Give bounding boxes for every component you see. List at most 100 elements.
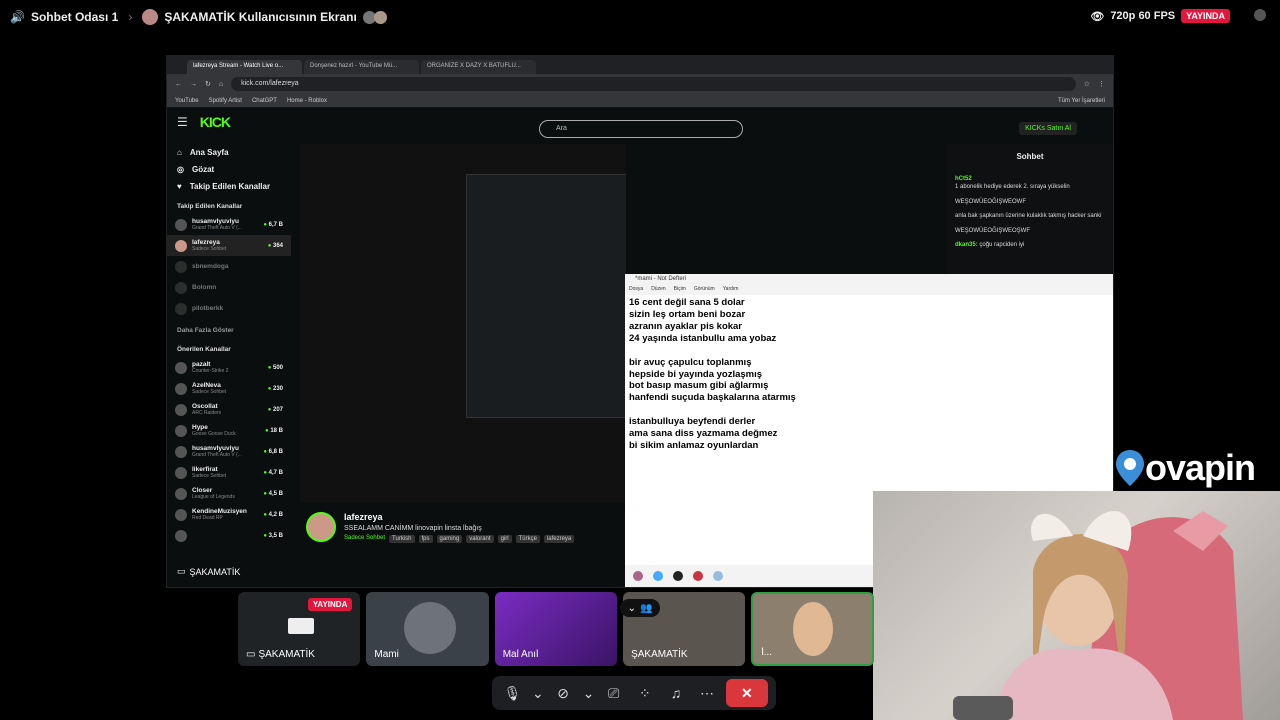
- tag[interactable]: lafezreya: [543, 535, 575, 543]
- tag[interactable]: Türkçe: [515, 535, 540, 543]
- channel-item[interactable]: pazalt Counter-Strike 2 ● 500: [167, 357, 291, 378]
- tag[interactable]: fps: [418, 535, 433, 543]
- call-controls: 🎙 ⌄ ⊘ ⌄ ⎚ ⁘ ♫ ⋯ ✕: [492, 676, 776, 710]
- webcam-scene: [953, 510, 1243, 720]
- channel-item[interactable]: Hype Goose Goose Duck ● 18 B: [167, 420, 291, 441]
- avatar: [175, 445, 187, 458]
- stream-video[interactable]: [300, 144, 626, 502]
- activities-button[interactable]: ⁘: [632, 680, 657, 706]
- more-options-button[interactable]: ⋯: [695, 680, 720, 706]
- show-more-link[interactable]: Daha Fazla Göster: [167, 319, 291, 338]
- hamburger-icon[interactable]: ☰: [177, 115, 188, 129]
- viewer-count: ● 500: [267, 364, 283, 371]
- nav-browse[interactable]: ◎ Gözat: [167, 161, 291, 178]
- participant-tile[interactable]: Mami: [366, 592, 489, 666]
- url-field[interactable]: kick.com/lafezreya: [231, 77, 1076, 91]
- avatar: [175, 529, 187, 542]
- search-input[interactable]: Ara: [539, 120, 743, 138]
- leave-call-button[interactable]: ✕: [725, 679, 769, 707]
- screen-title-text: ŞAKAMATİK Kullanıcısının Ekranı: [164, 10, 357, 24]
- nav-following[interactable]: ♥ Takip Edilen Kanallar: [167, 178, 291, 195]
- bookmark-spotify[interactable]: Spotify Artist: [209, 98, 242, 104]
- menu-file[interactable]: Dosya: [629, 286, 643, 295]
- app-icon[interactable]: [633, 571, 643, 581]
- tag[interactable]: valorant: [466, 535, 494, 543]
- microphone-button[interactable]: 🎙: [500, 680, 525, 706]
- star-icon[interactable]: ☆: [1084, 80, 1090, 88]
- tag[interactable]: girl: [497, 535, 512, 543]
- brand-text: ovapin: [1145, 447, 1256, 488]
- mic-options-button[interactable]: ⌄: [531, 680, 545, 706]
- stream-quality: 👁 720p 60 FPS YAYINDA: [1090, 9, 1230, 23]
- channel-item[interactable]: Oscollat ARC Raiders ● 207: [167, 399, 291, 420]
- menu-help[interactable]: Yardım: [723, 286, 739, 295]
- channel-item[interactable]: pilotberkk: [167, 298, 291, 319]
- quality-text: 720p 60 FPS: [1110, 10, 1176, 22]
- channel-info[interactable]: 🔊 Sohbet Odası 1: [10, 10, 118, 24]
- avatar: [175, 218, 187, 231]
- soundboard-button[interactable]: ♫: [663, 680, 688, 706]
- screen-share-icon: [288, 618, 314, 634]
- streamer-name[interactable]: lafezreya: [344, 512, 574, 522]
- viewer-avatar: [373, 10, 387, 24]
- share-screen-button[interactable]: ⎚: [601, 680, 626, 706]
- stream-title: SSEALAMM CANİMM linovapin linsta lbağış: [344, 525, 482, 532]
- channel-name: Hype: [192, 424, 208, 431]
- menu-format[interactable]: Biçim: [674, 286, 686, 295]
- avatar: [175, 466, 187, 479]
- browser-tab[interactable]: lafezreya Stream - Watch Live o...: [187, 60, 302, 74]
- bookmark-youtube[interactable]: YouTube: [175, 98, 199, 104]
- kick-logo[interactable]: KICK: [200, 114, 231, 130]
- camera-options-button[interactable]: ⌄: [582, 680, 596, 706]
- channel-name: Sohbet Odası 1: [30, 10, 119, 24]
- chat-user[interactable]: dkan35:: [955, 242, 978, 248]
- participant-tile[interactable]: l...: [751, 592, 874, 666]
- separator: ›: [128, 10, 133, 24]
- channel-item[interactable]: lafezreya Sadece Sohbet ● 364: [167, 235, 291, 256]
- tag[interactable]: gaming: [436, 535, 463, 543]
- chevron-down-icon: ⌄: [531, 684, 544, 701]
- channel-item[interactable]: likerfirat Sadece Sohbet ● 4,7 B: [167, 462, 291, 483]
- notepad-text[interactable]: 16 cent değil sana 5 dolar sizin leş orta…: [625, 295, 1113, 454]
- menu-view[interactable]: Görünüm: [694, 286, 715, 295]
- channel-name: pazalt: [192, 361, 211, 368]
- channel-item[interactable]: sbnemdoga: [167, 256, 291, 277]
- channel-name: husamvlyuviyu: [192, 445, 239, 452]
- browser-tab[interactable]: ORGANİZE X DAZY X BATUFLU...: [421, 60, 536, 74]
- category-link[interactable]: Sadece Sohbet: [344, 535, 385, 543]
- viewer-value: 6,7 B: [268, 221, 283, 228]
- all-bookmarks[interactable]: Tüm Yer İşaretleri: [1058, 98, 1105, 104]
- app-icon[interactable]: [673, 571, 683, 581]
- app-icon[interactable]: [713, 571, 723, 581]
- window-label: ▭ ŞAKAMATİK: [177, 566, 240, 577]
- back-icon[interactable]: ←: [175, 81, 182, 88]
- home-icon[interactable]: ⌂: [219, 81, 223, 88]
- camera-button[interactable]: ⊘: [551, 680, 576, 706]
- channel-item[interactable]: ● 3,5 B: [167, 525, 291, 546]
- menu-edit[interactable]: Düzen: [651, 286, 665, 295]
- participant-tile[interactable]: Mal Anıl: [494, 592, 618, 666]
- channel-item[interactable]: AzelNeva Sadece Sohbet ● 230: [167, 378, 291, 399]
- participant-tile[interactable]: YAYINDA ▭ ŞAKAMATİK: [238, 592, 361, 666]
- menu-icon[interactable]: ⋮: [1098, 80, 1105, 88]
- minimize-icon[interactable]: [1254, 9, 1266, 21]
- channel-item[interactable]: Closer League of Legends ● 4,5 B: [167, 483, 291, 504]
- channel-item[interactable]: husamvlyuviyu Grand Theft Auto V (... ● 6,…: [167, 441, 291, 462]
- streamer-avatar[interactable]: [306, 512, 336, 542]
- buy-kicks-button[interactable]: KICKs Satın Al: [1019, 122, 1077, 135]
- app-icon[interactable]: [693, 571, 703, 581]
- participants-toggle[interactable]: ⌄ 👥: [620, 599, 660, 617]
- chat-message: WEŞOWÜEOĞIŞWEOWF: [955, 198, 1105, 206]
- reload-icon[interactable]: ↻: [205, 80, 211, 88]
- channel-item[interactable]: KendineMuzisyen Red Dead RP ● 4,2 B: [167, 504, 291, 525]
- gift-user: hCt52: [955, 176, 972, 182]
- browser-tab[interactable]: Donşenez hazırl - YouTube Mü...: [304, 60, 419, 74]
- bookmark-roblox[interactable]: Home - Roblox: [287, 98, 327, 104]
- tag[interactable]: Turkish: [389, 535, 415, 543]
- forward-icon[interactable]: →: [190, 81, 197, 88]
- nav-home[interactable]: ⌂ Ana Sayfa: [167, 144, 291, 161]
- channel-item[interactable]: husamvlyuviyu Grand Theft Auto V (... ● 6,…: [167, 214, 291, 235]
- bookmark-chatgpt[interactable]: ChatGPT: [252, 98, 277, 104]
- channel-item[interactable]: Bolomn: [167, 277, 291, 298]
- app-icon[interactable]: [653, 571, 663, 581]
